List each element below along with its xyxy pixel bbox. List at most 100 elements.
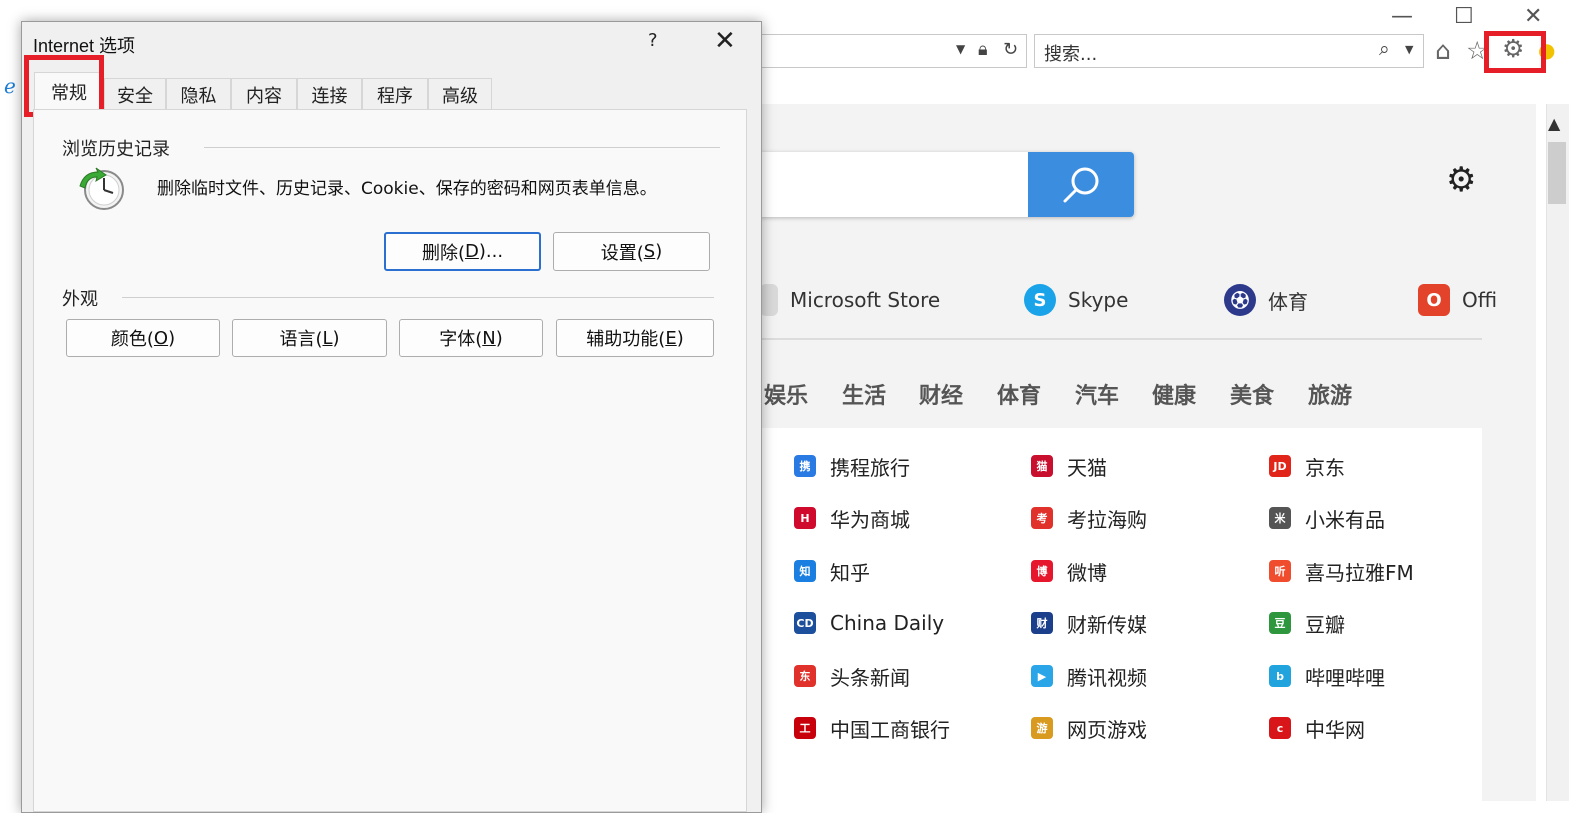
category-tab[interactable]: 生活 bbox=[842, 378, 886, 410]
site-link[interactable]: 听喜马拉雅FM bbox=[1269, 556, 1414, 586]
quick-link-office[interactable]: O Offi bbox=[1418, 280, 1497, 320]
refresh-icon[interactable]: ↻ bbox=[1003, 39, 1018, 60]
web-search-button[interactable] bbox=[1028, 152, 1134, 217]
gear-highlight-box bbox=[1484, 31, 1546, 73]
site-link-label: 中华网 bbox=[1305, 717, 1365, 742]
help-button[interactable]: ? bbox=[648, 30, 658, 51]
category-tab[interactable]: 体育 bbox=[997, 378, 1041, 410]
button-text: 删除( bbox=[421, 242, 465, 264]
site-logo-icon: 博 bbox=[1031, 560, 1053, 582]
site-link-label: 考拉海购 bbox=[1067, 507, 1147, 532]
site-link[interactable]: 考考拉海购 bbox=[1031, 503, 1147, 533]
site-logo-icon: b bbox=[1269, 665, 1291, 687]
button-text: 设置( bbox=[600, 242, 644, 264]
search-dropdown-icon[interactable]: ▼ bbox=[1405, 43, 1413, 56]
site-logo-icon: H bbox=[794, 507, 816, 529]
button-text: ) bbox=[495, 327, 503, 349]
category-tab[interactable]: 娱乐 bbox=[764, 378, 808, 410]
minimize-button[interactable]: — bbox=[1391, 4, 1413, 29]
home-icon[interactable]: ⌂ bbox=[1435, 36, 1451, 65]
site-link[interactable]: JD 京东 bbox=[1269, 451, 1345, 481]
access-key: S bbox=[643, 241, 656, 262]
tab-label: 高级 bbox=[442, 85, 478, 107]
delete-history-button[interactable]: 删除(D)... bbox=[384, 232, 541, 271]
site-logo-icon: 东 bbox=[794, 665, 816, 687]
site-link[interactable]: 猫天猫 bbox=[1031, 451, 1107, 481]
close-window-button[interactable]: ✕ bbox=[1524, 4, 1542, 29]
scroll-up-icon[interactable]: ▲ bbox=[1548, 114, 1560, 133]
languages-button[interactable]: 语言(L) bbox=[232, 319, 387, 357]
maximize-button[interactable]: ☐ bbox=[1454, 4, 1474, 29]
category-tab[interactable]: 美食 bbox=[1230, 378, 1274, 410]
site-link[interactable]: 工中国工商银行 bbox=[794, 713, 950, 743]
search-input[interactable]: 搜索... ⌕ ▼ bbox=[1034, 34, 1424, 68]
tab-label: 安全 bbox=[117, 85, 153, 107]
divider bbox=[760, 338, 1482, 340]
history-clock-icon bbox=[79, 167, 124, 210]
access-key: O bbox=[153, 327, 169, 349]
category-tab[interactable]: 财经 bbox=[919, 378, 963, 410]
ie-logo-icon: ℯ bbox=[4, 74, 16, 98]
site-link-label: 京东 bbox=[1305, 455, 1345, 480]
site-logo-icon: 工 bbox=[794, 717, 816, 739]
page-settings-gear-icon[interactable]: ⚙ bbox=[1446, 160, 1476, 200]
site-link[interactable]: b 哔哩哔哩 bbox=[1269, 661, 1385, 691]
site-link[interactable]: 博微博 bbox=[1031, 556, 1107, 586]
site-link[interactable]: ▶ 腾讯视频 bbox=[1031, 661, 1147, 691]
site-link-label: China Daily bbox=[830, 611, 945, 635]
address-bar[interactable]: ▼ 🔒︎ ↻ bbox=[760, 34, 1027, 68]
tab-connections[interactable]: 连接 bbox=[297, 78, 362, 110]
site-logo-icon: 米 bbox=[1269, 507, 1291, 529]
site-link[interactable]: CD China Daily bbox=[794, 608, 944, 638]
site-link-label: 网页游戏 bbox=[1067, 717, 1147, 742]
site-logo-icon: 财 bbox=[1031, 612, 1053, 634]
lock-icon[interactable]: 🔒︎ bbox=[978, 39, 988, 60]
button-text: 字体( bbox=[439, 329, 483, 350]
tab-label: 程序 bbox=[377, 85, 413, 107]
site-link[interactable]: 知知乎 bbox=[794, 556, 870, 586]
skype-icon: S bbox=[1024, 284, 1056, 316]
store-icon bbox=[760, 284, 778, 316]
site-link-label: 华为商城 bbox=[830, 507, 910, 532]
section-divider bbox=[204, 147, 720, 148]
accessibility-button[interactable]: 辅助功能(E) bbox=[556, 319, 714, 357]
category-tab[interactable]: 汽车 bbox=[1075, 378, 1119, 410]
site-link-label: 豆瓣 bbox=[1305, 612, 1345, 637]
tab-privacy[interactable]: 隐私 bbox=[166, 78, 231, 110]
scrollbar-thumb[interactable] bbox=[1548, 142, 1566, 204]
colors-button[interactable]: 颜色(O) bbox=[66, 319, 220, 357]
site-link[interactable]: 游网页游戏 bbox=[1031, 713, 1147, 743]
access-key: N bbox=[482, 327, 496, 349]
site-link-label: 哔哩哔哩 bbox=[1305, 665, 1385, 690]
tab-programs[interactable]: 程序 bbox=[362, 78, 428, 110]
site-link-label: 微博 bbox=[1067, 560, 1107, 585]
scrollbar[interactable] bbox=[1546, 104, 1569, 801]
address-dropdown-icon[interactable]: ▼ bbox=[956, 42, 965, 56]
category-tab[interactable]: 旅游 bbox=[1308, 378, 1352, 410]
tab-label: 连接 bbox=[311, 85, 348, 107]
tab-content[interactable]: 内容 bbox=[231, 78, 297, 110]
tab-security[interactable]: 安全 bbox=[104, 78, 166, 110]
site-link[interactable]: 豆豆瓣 bbox=[1269, 608, 1345, 638]
site-link[interactable]: 米小米有品 bbox=[1269, 503, 1385, 533]
site-link[interactable]: H 华为商城 bbox=[794, 503, 910, 533]
quick-link-store[interactable]: Microsoft Store bbox=[760, 280, 940, 320]
button-text: 颜色( bbox=[110, 329, 154, 350]
site-link[interactable]: 东头条新闻 bbox=[794, 661, 910, 691]
site-link[interactable]: 携携程旅行 bbox=[794, 451, 910, 481]
category-tab[interactable]: 健康 bbox=[1152, 378, 1196, 410]
quick-link-sports[interactable]: ⚽︎ 体育 bbox=[1224, 280, 1308, 320]
search-icon[interactable]: ⌕ bbox=[1379, 38, 1390, 60]
tab-advanced[interactable]: 高级 bbox=[428, 78, 492, 110]
history-settings-button[interactable]: 设置(S) bbox=[553, 232, 710, 271]
tab-label: 内容 bbox=[246, 85, 282, 107]
quick-link-skype[interactable]: S Skype bbox=[1024, 280, 1128, 320]
history-description: 删除临时文件、历史记录、Cookie、保存的密码和网页表单信息。 bbox=[157, 179, 657, 199]
fonts-button[interactable]: 字体(N) bbox=[399, 319, 543, 357]
site-link[interactable]: c 中华网 bbox=[1269, 713, 1365, 743]
magnifier-icon bbox=[1063, 167, 1099, 202]
site-link[interactable]: 财财新传媒 bbox=[1031, 608, 1147, 638]
close-dialog-button[interactable]: ✕ bbox=[714, 26, 736, 56]
button-text: ) bbox=[332, 327, 340, 349]
access-key: D bbox=[464, 241, 479, 262]
